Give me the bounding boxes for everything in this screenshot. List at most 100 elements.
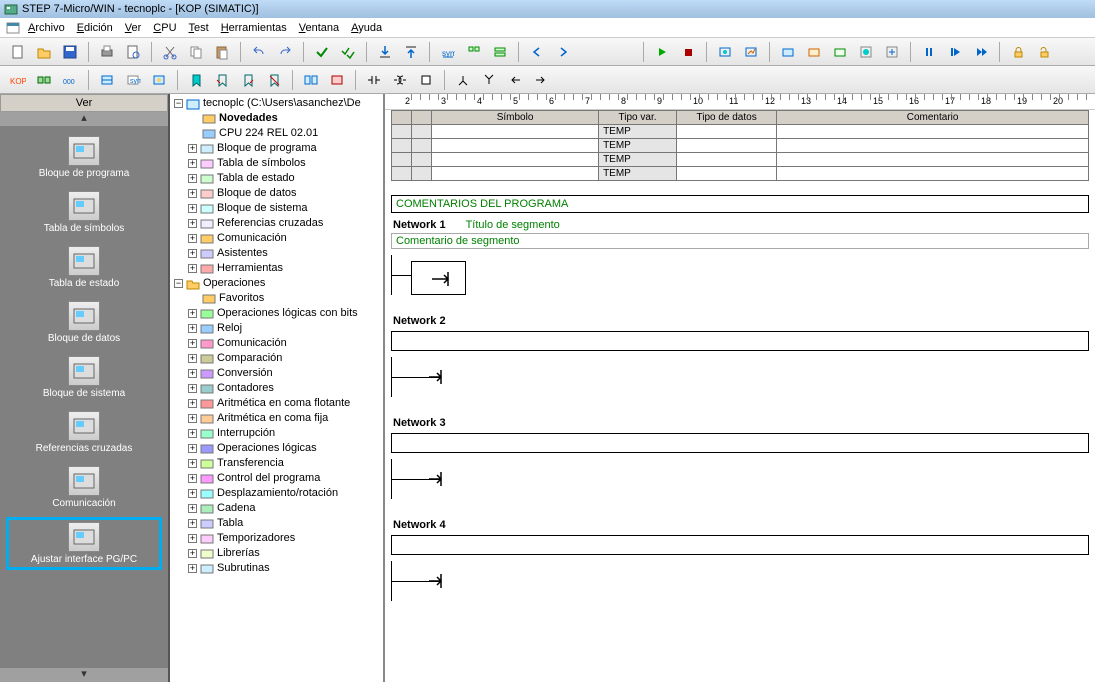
coil-button[interactable] xyxy=(388,69,412,91)
menu-edición[interactable]: Edición xyxy=(71,20,119,36)
tree-item[interactable]: +Interrupción xyxy=(188,426,381,441)
tree-item[interactable]: Novedades xyxy=(188,111,381,126)
expander-icon[interactable]: + xyxy=(188,369,197,378)
expander-icon[interactable]: + xyxy=(188,564,197,573)
menu-ver[interactable]: Ver xyxy=(119,20,148,36)
tool-button-a[interactable] xyxy=(776,41,800,63)
tree-item[interactable]: +Herramientas xyxy=(188,261,381,276)
copy-button[interactable] xyxy=(184,41,208,63)
expander-icon[interactable]: + xyxy=(188,189,197,198)
expander-icon[interactable]: + xyxy=(188,384,197,393)
expander-icon[interactable]: + xyxy=(188,399,197,408)
expander-icon[interactable]: + xyxy=(188,414,197,423)
tree-item[interactable]: +Bloque de sistema xyxy=(188,201,381,216)
contact-button[interactable] xyxy=(362,69,386,91)
expander-icon[interactable]: + xyxy=(188,339,197,348)
save-button[interactable] xyxy=(58,41,82,63)
line-up-button[interactable] xyxy=(477,69,501,91)
nav-item[interactable]: Ajustar interface PG/PC xyxy=(6,517,162,570)
upload-button[interactable] xyxy=(399,41,423,63)
expander-icon[interactable]: + xyxy=(188,459,197,468)
bookmark-c[interactable] xyxy=(236,69,260,91)
tree-item[interactable]: +Comunicación xyxy=(188,231,381,246)
nav-item[interactable]: Referencias cruzadas xyxy=(0,407,168,462)
tree-item[interactable]: +Operaciones lógicas xyxy=(188,441,381,456)
network-title-input[interactable] xyxy=(391,433,1089,453)
ladder-rung[interactable] xyxy=(391,255,1089,295)
variable-table[interactable]: Símbolo Tipo var. Tipo de datos Comentar… xyxy=(391,110,1089,181)
print-preview-button[interactable] xyxy=(121,41,145,63)
tree-item[interactable]: +Tabla de estado xyxy=(188,171,381,186)
tree-item[interactable]: +Bloque de datos xyxy=(188,186,381,201)
nav-item[interactable]: Bloque de programa xyxy=(0,132,168,187)
menu-archivo[interactable]: Archivo xyxy=(22,20,71,36)
tree-ops-label[interactable]: Operaciones xyxy=(203,276,265,291)
open-button[interactable] xyxy=(32,41,56,63)
tree-item[interactable]: +Conversión xyxy=(188,366,381,381)
network-title-input[interactable] xyxy=(391,535,1089,555)
print-button[interactable] xyxy=(95,41,119,63)
table-row[interactable]: TEMP xyxy=(392,167,1089,181)
tree-item[interactable]: +Reloj xyxy=(188,321,381,336)
tree-item[interactable]: +Comparación xyxy=(188,351,381,366)
expander-icon[interactable]: − xyxy=(174,279,183,288)
compile-all-button[interactable] xyxy=(336,41,360,63)
nav-item[interactable]: Comunicación xyxy=(0,462,168,517)
tree-root-label[interactable]: tecnoplc (C:\Users\asanchez\De xyxy=(203,96,361,111)
tree-item[interactable]: +Comunicación xyxy=(188,336,381,351)
new-button[interactable] xyxy=(6,41,30,63)
step-button-2[interactable] xyxy=(969,41,993,63)
tree-item[interactable]: +Aritmética en coma fija xyxy=(188,411,381,426)
tree-item[interactable]: Favoritos xyxy=(188,291,381,306)
monitor-button-1[interactable] xyxy=(713,41,737,63)
ladder-rung[interactable] xyxy=(391,459,1089,499)
expander-icon[interactable]: + xyxy=(188,264,197,273)
ladder-rung[interactable] xyxy=(391,357,1089,397)
expander-icon[interactable]: + xyxy=(188,174,197,183)
menu-ayuda[interactable]: Ayuda xyxy=(345,20,388,36)
tree-item[interactable]: +Subrutinas xyxy=(188,561,381,576)
menu-ventana[interactable]: Ventana xyxy=(293,20,345,36)
undo-button[interactable] xyxy=(247,41,271,63)
program-comment[interactable]: COMENTARIOS DEL PROGRAMA xyxy=(391,195,1089,213)
sort-icon[interactable]: sym xyxy=(436,41,460,63)
tree-item[interactable]: +Referencias cruzadas xyxy=(188,216,381,231)
toggle-c[interactable] xyxy=(147,69,171,91)
expander-icon[interactable]: + xyxy=(188,504,197,513)
toggle-a[interactable] xyxy=(95,69,119,91)
tree-item[interactable]: +Contadores xyxy=(188,381,381,396)
table-row[interactable]: TEMP xyxy=(392,139,1089,153)
bookmark-d[interactable] xyxy=(262,69,286,91)
ladder-box[interactable] xyxy=(411,261,466,295)
expander-icon[interactable]: + xyxy=(188,219,197,228)
download-button[interactable] xyxy=(373,41,397,63)
monitor-button-2[interactable] xyxy=(739,41,763,63)
tool-button-c[interactable] xyxy=(828,41,852,63)
tree-item[interactable]: +Asistentes xyxy=(188,246,381,261)
menu-herramientas[interactable]: Herramientas xyxy=(215,20,293,36)
stop-button[interactable] xyxy=(676,41,700,63)
expander-icon[interactable]: + xyxy=(188,444,197,453)
expander-icon[interactable]: + xyxy=(188,204,197,213)
line-left-button[interactable] xyxy=(503,69,527,91)
view-icon-1[interactable] xyxy=(462,41,486,63)
paste-button[interactable] xyxy=(210,41,234,63)
tool-button-b[interactable] xyxy=(802,41,826,63)
expander-icon[interactable]: + xyxy=(188,354,197,363)
view-icon-2[interactable] xyxy=(488,41,512,63)
menu-cpu[interactable]: CPU xyxy=(147,20,182,36)
cut-button[interactable] xyxy=(158,41,182,63)
run-button[interactable] xyxy=(650,41,674,63)
expander-icon[interactable]: + xyxy=(188,309,197,318)
tree-item[interactable]: +Temporizadores xyxy=(188,531,381,546)
table-row[interactable]: TEMP xyxy=(392,153,1089,167)
compile-button[interactable] xyxy=(310,41,334,63)
tree-item[interactable]: +Operaciones lógicas con bits xyxy=(188,306,381,321)
view-mode-b[interactable] xyxy=(32,69,56,91)
expander-icon[interactable]: + xyxy=(188,144,197,153)
bookmark-a[interactable] xyxy=(184,69,208,91)
tree-item[interactable]: CPU 224 REL 02.01 xyxy=(188,126,381,141)
unlock-button[interactable] xyxy=(1032,41,1056,63)
expander-icon[interactable]: + xyxy=(188,234,197,243)
ladder-rung[interactable] xyxy=(391,561,1089,601)
